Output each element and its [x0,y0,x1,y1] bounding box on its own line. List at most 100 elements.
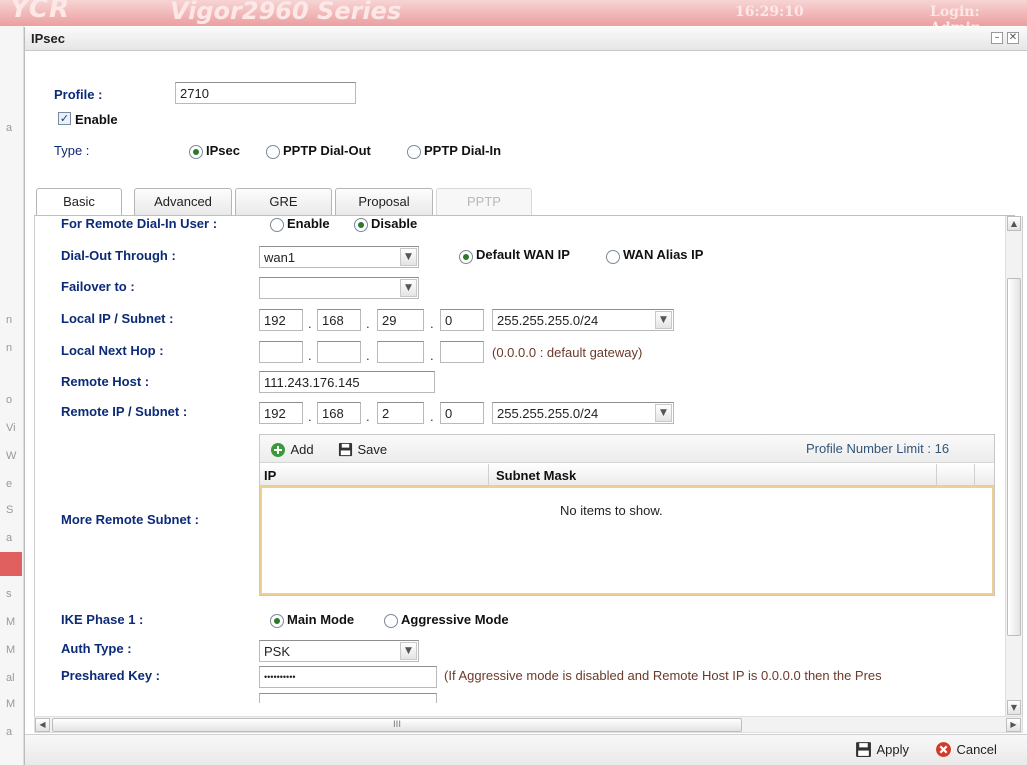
sidebar-fragment: M [6,644,16,656]
add-label: Add [290,442,314,457]
main-mode-radio[interactable] [270,614,284,628]
dialout-value: wan1 [264,250,296,265]
next-field-partial[interactable] [259,693,437,703]
app-logo: YCR [10,0,71,24]
dialog-titlebar[interactable]: IPsec – ✕ [25,27,1027,51]
enable-checkbox[interactable]: ✓ [58,112,71,125]
apply-button[interactable]: Apply [855,741,909,759]
chevron-down-icon[interactable]: ▼ [655,404,672,422]
column-divider [488,464,489,486]
empty-message: No items to show. [560,503,663,518]
ip-separator: . [366,348,370,363]
remote-dialin-enable-label: Enable [287,216,330,231]
chevron-down-icon[interactable]: ▼ [655,311,672,329]
chevron-down-icon[interactable]: ▼ [400,248,417,266]
aggressive-mode-radio[interactable] [384,614,398,628]
vertical-scrollbar[interactable]: ▲ ▼ [1005,216,1022,716]
cancel-label: Cancel [956,742,997,757]
sidebar-fragment: n [6,342,13,354]
sidebar-fragment: a [6,532,13,544]
remote-dialin-enable-radio[interactable] [270,218,284,232]
save-button[interactable]: Save [338,441,387,459]
profile-name-input[interactable]: 2710 [175,82,356,104]
next-hop-octet-1[interactable] [259,341,303,363]
local-ip-octet-3[interactable]: 29 [377,309,424,331]
remote-mask-value: 255.255.255.0/24 [497,406,599,421]
tab-gre[interactable]: GRE [235,188,332,215]
login-info: Login: Admin [930,4,981,26]
ike-phase1-label: IKE Phase 1 : [61,612,144,627]
default-wan-ip-radio[interactable] [459,250,473,264]
next-hop-hint: (0.0.0.0 : default gateway) [492,345,643,360]
type-pptp-dialin-label: PPTP Dial-In [424,143,502,158]
remote-ip-label: Remote IP / Subnet : [61,404,188,419]
remote-ip-octet-1[interactable]: 192 [259,402,303,424]
column-divider [974,464,975,486]
main-mode-label: Main Mode [287,612,355,627]
add-icon [271,442,285,457]
local-ip-label: Local IP / Subnet : [61,311,174,326]
local-mask-value: 255.255.255.0/24 [497,313,599,328]
remote-dialin-label: For Remote Dial-In User : [61,216,218,231]
ipsec-dialog: IPsec – ✕ Profile : 2710 ✓ Enable Type :… [24,27,1027,765]
type-pptp-dialout-radio[interactable] [266,145,280,159]
remote-mask-select[interactable]: 255.255.255.0/24 ▼ [492,402,674,424]
remote-ip-octet-4[interactable]: 0 [440,402,484,424]
remote-dialin-disable-label: Disable [371,216,418,231]
dialout-label: Dial-Out Through : [61,248,176,263]
ip-separator: . [430,409,434,424]
type-ipsec-radio[interactable] [189,145,203,159]
scroll-left-icon[interactable]: ◀ [35,718,50,732]
ip-separator: . [366,316,370,331]
save-icon [338,443,353,457]
dialog-title: IPsec [31,31,65,46]
wan-alias-ip-radio[interactable] [606,250,620,264]
local-ip-octet-2[interactable]: 168 [317,309,361,331]
remote-ip-octet-2[interactable]: 168 [317,402,361,424]
column-subnet-mask[interactable]: Subnet Mask [496,468,576,483]
remote-dialin-disable-radio[interactable] [354,218,368,232]
dialog-footer: Apply Cancel [25,734,1027,765]
type-pptp-dialin-radio[interactable] [407,145,421,159]
sidebar-fragment: M [6,616,16,628]
column-ip[interactable]: IP [264,468,276,483]
local-mask-select[interactable]: 255.255.255.0/24 ▼ [492,309,674,331]
column-divider [936,464,937,486]
minimize-button[interactable]: – [991,32,1003,44]
horizontal-scrollbar[interactable]: ◀ III ▶ [34,716,1023,733]
horizontal-scroll-thumb[interactable]: III [52,718,742,732]
chevron-down-icon[interactable]: ▼ [400,279,417,297]
scroll-up-icon[interactable]: ▲ [1007,216,1021,231]
chevron-down-icon[interactable]: ▼ [400,642,417,660]
sidebar-fragment: a [6,122,13,134]
cancel-button[interactable]: Cancel [935,741,997,759]
preshared-key-input[interactable]: •••••••••• [259,666,437,688]
vertical-scroll-thumb[interactable] [1007,278,1021,636]
next-hop-octet-2[interactable] [317,341,361,363]
scroll-right-icon[interactable]: ▶ [1006,718,1021,732]
cancel-icon [936,742,951,758]
tab-advanced[interactable]: Advanced [134,188,232,215]
add-button[interactable]: Add [270,441,314,459]
preshared-key-hint: (If Aggressive mode is disabled and Remo… [444,668,882,683]
failover-select[interactable]: ▼ [259,277,419,299]
dialout-select[interactable]: wan1 ▼ [259,246,419,268]
apply-label: Apply [876,742,909,757]
local-ip-octet-1[interactable]: 192 [259,309,303,331]
auth-type-select[interactable]: PSK ▼ [259,640,419,662]
tab-proposal[interactable]: Proposal [335,188,433,215]
wan-alias-ip-label: WAN Alias IP [623,247,704,262]
sidebar-fragment: e [6,478,13,490]
next-hop-octet-4[interactable] [440,341,484,363]
remote-host-input[interactable]: 111.243.176.145 [259,371,435,393]
more-remote-subnet-label: More Remote Subnet : [61,512,199,527]
next-hop-octet-3[interactable] [377,341,424,363]
tab-basic[interactable]: Basic [36,188,122,216]
scroll-down-icon[interactable]: ▼ [1007,700,1021,715]
sidebar-fragment: o [6,394,13,406]
type-ipsec-label: IPsec [206,143,240,158]
local-ip-octet-4[interactable]: 0 [440,309,484,331]
close-button[interactable]: ✕ [1007,32,1019,44]
remote-subnet-grid: Add Save Profile Number Limit : 16 IP Su… [259,434,995,596]
remote-ip-octet-3[interactable]: 2 [377,402,424,424]
